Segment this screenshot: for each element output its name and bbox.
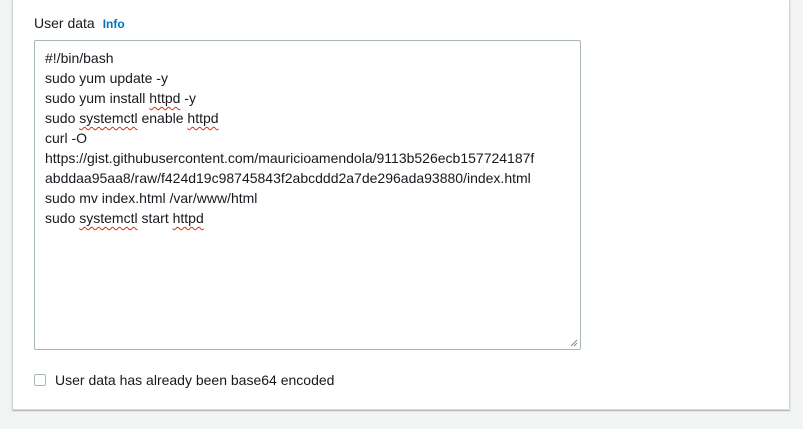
- misspelled-word: httpd: [149, 90, 181, 106]
- user-data-line: https://gist.githubusercontent.com/mauri…: [45, 150, 535, 166]
- user-data-textarea[interactable]: #!/bin/bash sudo yum update -y sudo yum in…: [34, 40, 581, 350]
- user-data-label-row: User data Info: [34, 15, 125, 31]
- user-data-line: sudo systemctl start httpd: [45, 210, 204, 226]
- user-data-line: curl -O: [45, 130, 87, 146]
- misspelled-word: systemctl: [79, 110, 138, 126]
- user-data-label: User data: [34, 15, 95, 31]
- user-data-panel: User data Info #!/bin/bash sudo yum updat…: [12, 0, 790, 410]
- base64-checkbox-label[interactable]: User data has already been base64 encode…: [55, 372, 334, 388]
- misspelled-word: httpd: [187, 110, 219, 126]
- resize-handle-icon[interactable]: [570, 339, 578, 347]
- misspelled-word: httpd: [172, 210, 204, 226]
- base64-checkbox[interactable]: [34, 374, 46, 386]
- user-data-line: abddaa95aa8/raw/f424d19c98745843f2abcddd…: [45, 170, 531, 186]
- user-data-line: sudo systemctl enable httpd: [45, 110, 219, 126]
- user-data-line: sudo yum update -y: [45, 70, 168, 86]
- user-data-line: sudo yum install httpd -y: [45, 90, 196, 106]
- base64-checkbox-row: User data has already been base64 encode…: [34, 372, 334, 388]
- user-data-line: #!/bin/bash: [45, 50, 114, 66]
- misspelled-word: systemctl: [79, 210, 138, 226]
- user-data-line: sudo mv index.html /var/www/html: [45, 190, 258, 206]
- user-data-text: #!/bin/bash sudo yum update -y sudo yum in…: [45, 48, 572, 228]
- info-link[interactable]: Info: [103, 17, 125, 31]
